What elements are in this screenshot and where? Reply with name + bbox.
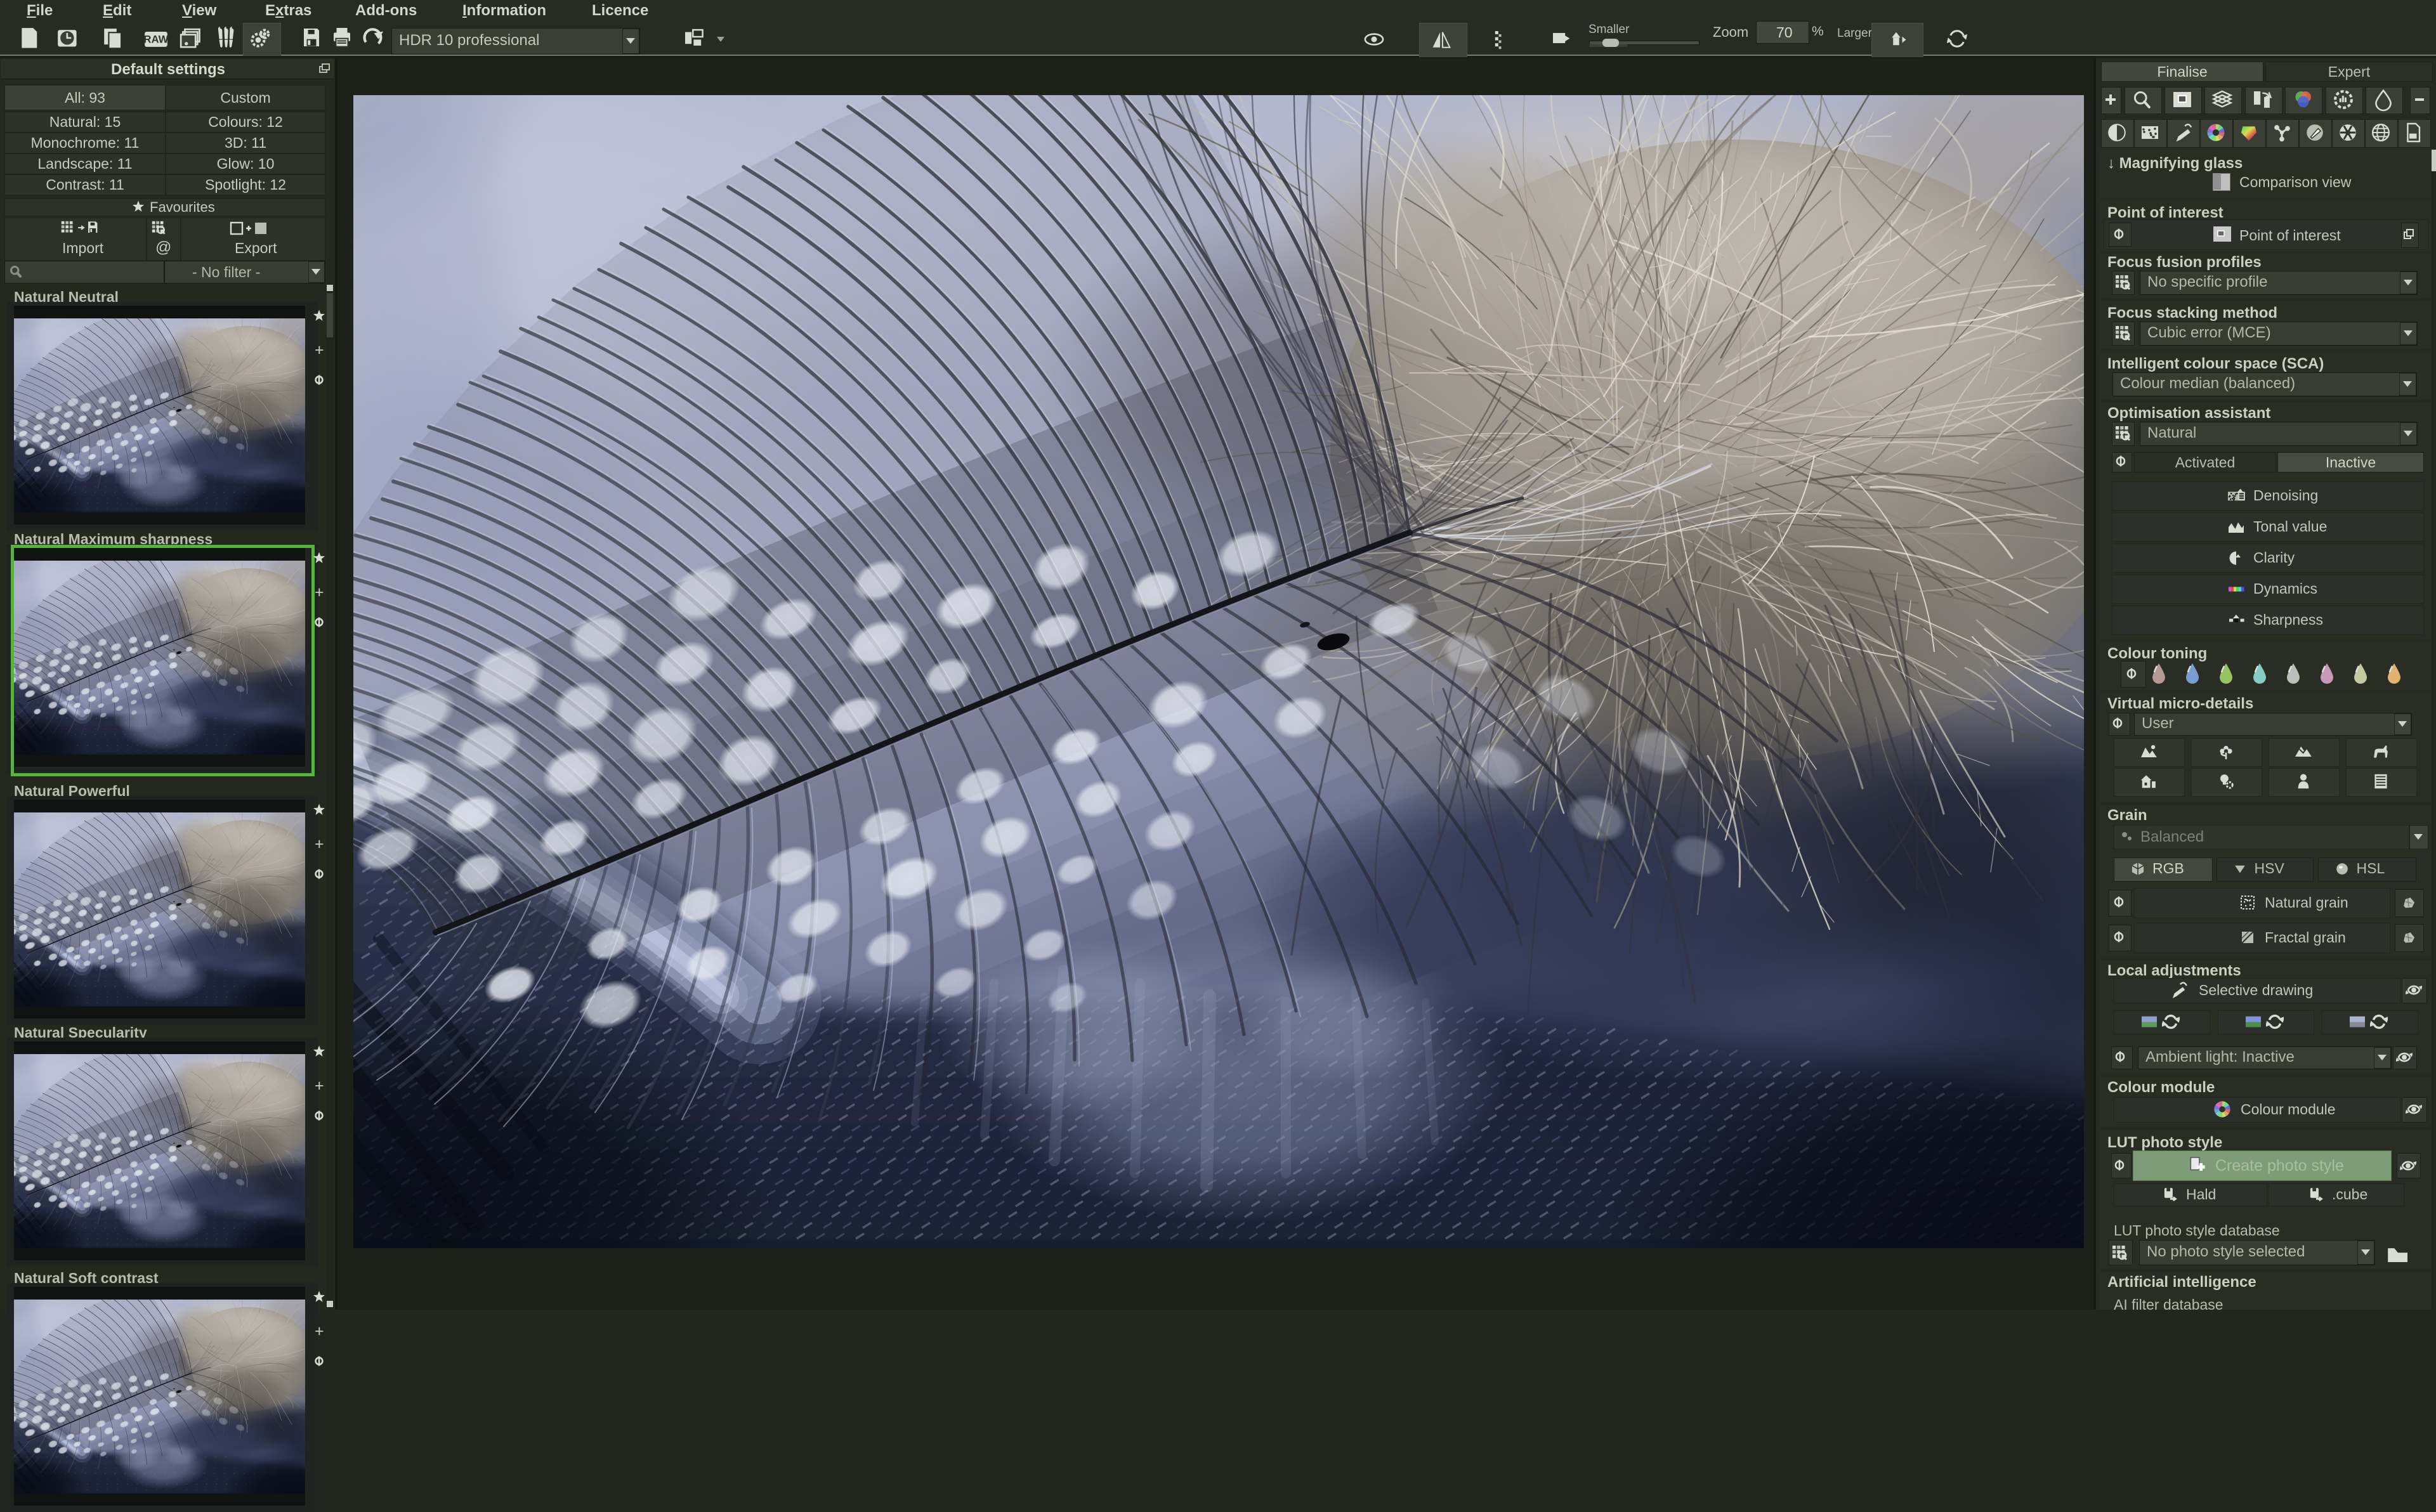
svg-text:RAW: RAW <box>143 34 168 46</box>
